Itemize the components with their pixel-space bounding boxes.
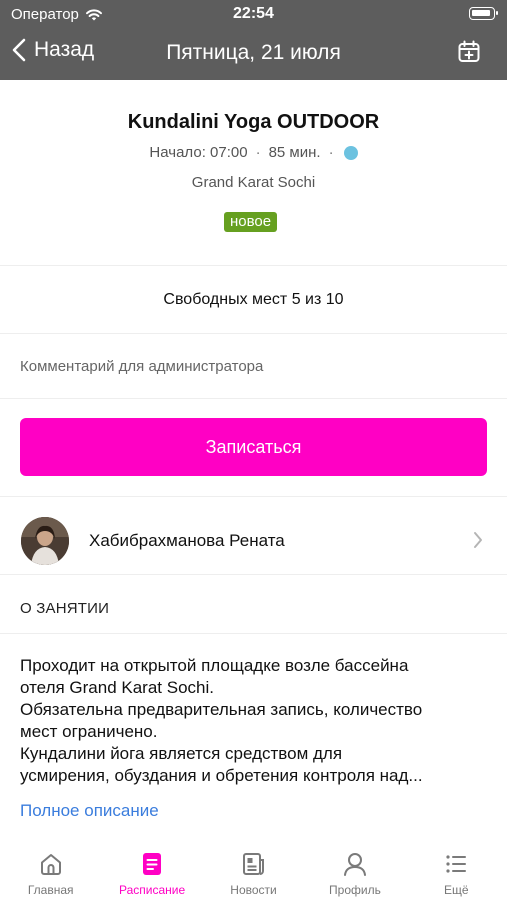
new-badge: новое (224, 212, 278, 232)
description-line: Кундалини йога является средством для (20, 744, 343, 763)
start-time: Начало: 07:00 (149, 144, 248, 161)
tab-label: Профиль (329, 883, 381, 897)
nav-bar: Назад Пятница, 21 июля (0, 28, 507, 80)
full-description-link[interactable]: Полное описание (20, 801, 159, 821)
tab-label: Расписание (119, 883, 186, 897)
tab-label: Новости (230, 883, 277, 897)
status-bar: Оператор 22:54 (0, 0, 507, 28)
about-heading: О ЗАНЯТИИ (20, 600, 110, 617)
description-line: усмирения, обуздания и обретения контрол… (20, 766, 423, 785)
chevron-right-icon (474, 532, 482, 548)
divider (0, 398, 507, 399)
class-description: Проходит на открытой площадке возле басс… (20, 655, 490, 787)
calendar-add-icon (458, 40, 480, 62)
news-icon (242, 853, 264, 875)
clock: 22:54 (233, 5, 274, 22)
home-icon (40, 854, 61, 875)
book-button[interactable]: Записаться (20, 418, 487, 476)
divider (0, 633, 507, 634)
schedule-icon (143, 853, 162, 875)
meta-separator: · (328, 144, 334, 161)
location: Grand Karat Sochi (191, 174, 316, 191)
duration: 85 мин. (268, 144, 321, 161)
tab-label: Главная (27, 883, 74, 897)
tab-more[interactable]: Ещё (406, 836, 507, 900)
tab-news[interactable]: Новости (203, 836, 304, 900)
meta-separator: · (255, 144, 261, 161)
description-line: Обязательна предварительная запись, коли… (20, 700, 423, 719)
description-line: Проходит на открытой площадке возле басс… (20, 656, 409, 675)
more-icon (446, 855, 467, 873)
free-seats: Свободных мест 5 из 10 (0, 266, 507, 334)
tab-home[interactable]: Главная (0, 836, 101, 900)
tab-profile[interactable]: Профиль (304, 836, 405, 900)
battery-icon (469, 7, 498, 20)
tab-label: Ещё (444, 883, 469, 897)
trainer-row[interactable]: Хабибрахманова Рената (0, 497, 507, 575)
description-line: отеля Grand Karat Sochi. (20, 678, 214, 697)
class-title: Kundalini Yoga OUTDOOR (127, 111, 380, 133)
page-title: Пятница, 21 июля (166, 41, 341, 64)
add-to-calendar-button[interactable] (457, 40, 481, 69)
class-meta: Начало: 07:00 · 85 мин. · (0, 144, 507, 161)
tab-bar: Главная Расписание Новости Профиль Ещё (0, 836, 507, 900)
avatar (21, 517, 69, 565)
avatar-photo (21, 517, 69, 565)
admin-comment-input[interactable] (20, 335, 487, 397)
trainer-name: Хабибрахманова Рената (89, 531, 285, 550)
tab-schedule[interactable]: Расписание (101, 836, 202, 900)
class-header: Kundalini Yoga OUTDOOR Начало: 07:00 · 8… (0, 80, 507, 266)
description-line: мест ограничено. (20, 722, 158, 741)
profile-icon (343, 853, 366, 876)
class-color-dot (343, 145, 358, 160)
